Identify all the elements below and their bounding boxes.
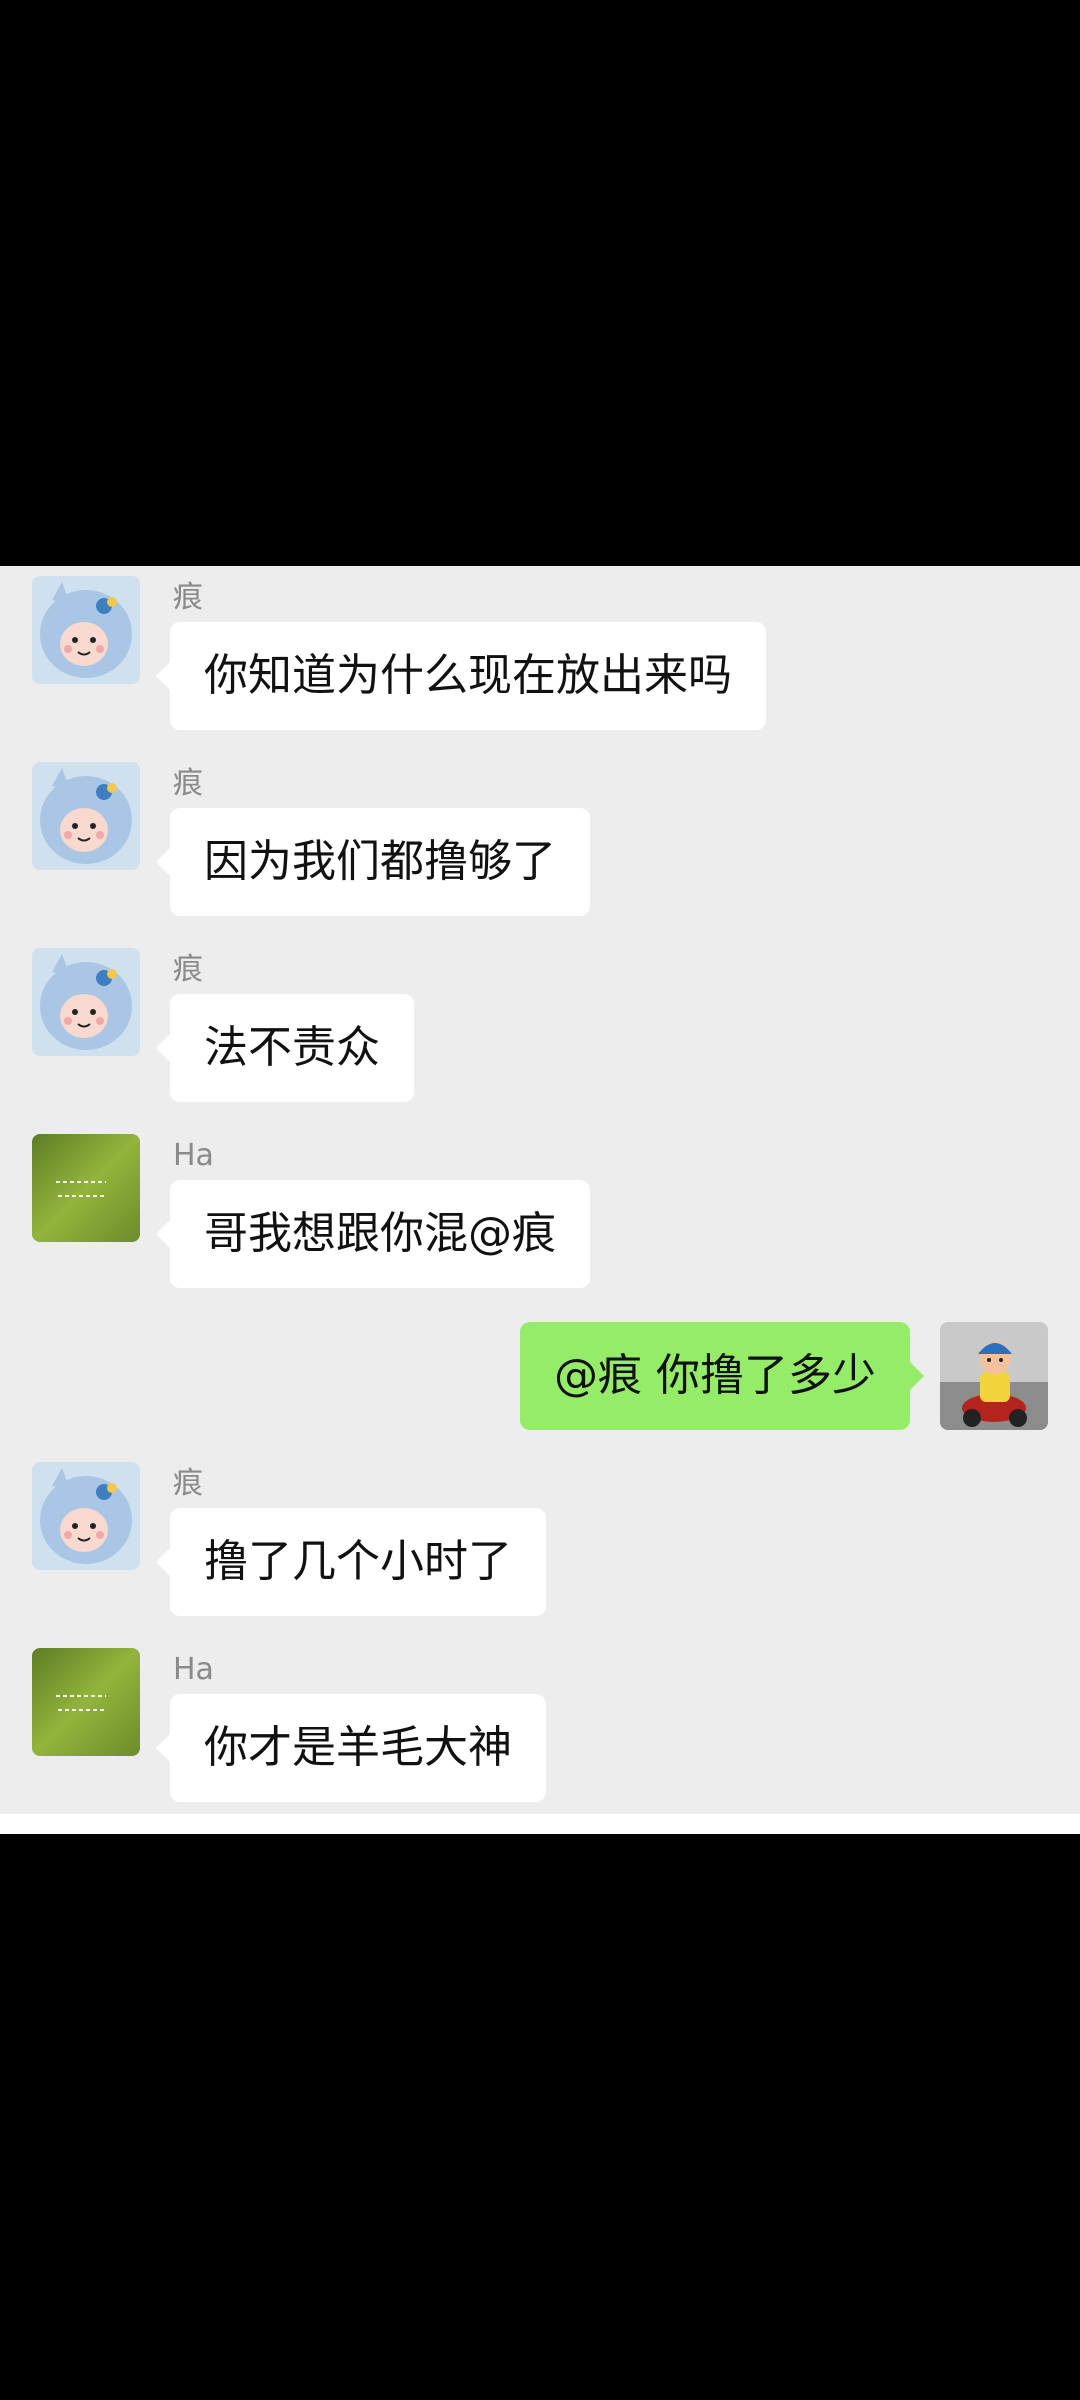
scooter-rider-avatar-icon[interactable] [940, 1322, 1048, 1430]
plush-toy-avatar-icon[interactable] [32, 948, 140, 1056]
sender-name: Ha [173, 1138, 214, 1173]
top-black-area [0, 0, 1080, 566]
message-bubble[interactable]: 你才是羊毛大神 [156, 1694, 546, 1802]
plush-toy-avatar-icon[interactable] [32, 762, 140, 870]
plush-toy-avatar-icon[interactable] [32, 1462, 140, 1570]
plush-toy-avatar-icon[interactable] [32, 576, 140, 684]
message-bubble[interactable]: 因为我们都撸够了 [156, 808, 590, 916]
sender-name: 痕 [173, 580, 203, 615]
green-grass-avatar-icon[interactable] [32, 1134, 140, 1242]
bottom-black-area [0, 1834, 1080, 2400]
message-bubble[interactable]: 法不责众 [156, 994, 414, 1102]
sender-name: 痕 [173, 1466, 203, 1501]
sender-name: Ha [173, 1652, 214, 1687]
chat-message-list[interactable]: 痕 你知道为什么现在放出来吗 痕 因为我们都撸够了 痕 法不责众 Ha 哥我想跟… [0, 566, 1080, 1814]
green-grass-avatar-icon[interactable] [32, 1648, 140, 1756]
message-bubble[interactable]: 哥我想跟你混@痕 [156, 1180, 590, 1288]
sender-name: 痕 [173, 766, 203, 801]
message-bubble-self[interactable]: @痕 你撸了多少 [520, 1322, 924, 1430]
message-bubble[interactable]: 撸了几个小时了 [156, 1508, 546, 1616]
sender-name: 痕 [173, 952, 203, 987]
message-bubble[interactable]: 你知道为什么现在放出来吗 [156, 622, 766, 730]
input-area-divider [0, 1814, 1080, 1834]
